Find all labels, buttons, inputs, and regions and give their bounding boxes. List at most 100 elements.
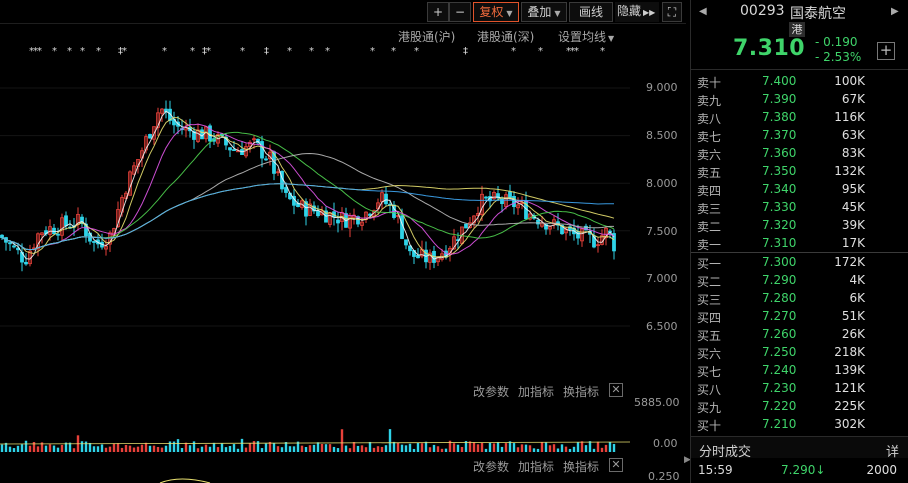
add-indicator-link[interactable]: 加指标: [518, 458, 554, 475]
event-marker[interactable]: *: [96, 46, 101, 57]
level-volume: 67K: [841, 92, 865, 106]
order-book-row[interactable]: 买一 7.300 172K: [691, 253, 908, 271]
order-book-row[interactable]: 买九 7.220 225K: [691, 397, 908, 415]
order-book-row[interactable]: 卖五 7.350 132K: [691, 162, 908, 180]
event-marker[interactable]: ‡: [264, 46, 269, 57]
event-marker[interactable]: *: [370, 46, 375, 57]
order-book-row[interactable]: 卖九 7.390 67K: [691, 90, 908, 108]
close-icon[interactable]: ✕: [609, 458, 623, 472]
swap-indicator-link[interactable]: 换指标: [563, 458, 599, 475]
order-book-row[interactable]: 卖八 7.380 116K: [691, 108, 908, 126]
event-marker[interactable]: *: [287, 46, 292, 57]
level-volume: 95K: [841, 182, 865, 196]
order-book-row[interactable]: 买五 7.260 26K: [691, 325, 908, 343]
stock-name: 国泰航空: [790, 6, 846, 22]
hide-button[interactable]: 隐藏 ▶▶: [615, 2, 659, 22]
order-book-row[interactable]: 卖十 7.400 100K: [691, 72, 908, 90]
volume-bar: [532, 448, 536, 452]
order-book-row[interactable]: 卖六 7.360 83K: [691, 144, 908, 162]
zoom-out-button[interactable]: −: [449, 2, 471, 22]
volume-bar: [320, 443, 324, 452]
event-marker[interactable]: *: [325, 46, 330, 57]
level-price: 7.360: [762, 146, 797, 160]
event-marker[interactable]: *: [240, 46, 245, 57]
volume-chart[interactable]: [0, 400, 630, 452]
volume-bar: [424, 441, 428, 452]
volume-bar: [264, 443, 268, 452]
event-marker[interactable]: *: [162, 46, 167, 57]
add-indicator-link[interactable]: 加指标: [518, 383, 554, 400]
level-volume: 302K: [834, 417, 865, 431]
volume-bar: [96, 446, 100, 452]
event-marker[interactable]: ‡: [463, 46, 468, 57]
order-book-row[interactable]: 买十 7.210 302K: [691, 415, 908, 433]
event-marker[interactable]: *: [414, 46, 419, 57]
level-label: 买九: [697, 401, 722, 415]
volume-bar: [524, 444, 528, 452]
candlestick-chart[interactable]: [0, 62, 630, 378]
order-book-row[interactable]: 卖二 7.320 39K: [691, 216, 908, 234]
event-marker[interactable]: *: [80, 46, 85, 57]
level-volume: 121K: [834, 381, 865, 395]
swap-indicator-link[interactable]: 换指标: [563, 383, 599, 400]
add-watchlist-button[interactable]: +: [877, 42, 895, 60]
volume-bar: [396, 442, 400, 452]
tick-volume: 2000: [866, 463, 897, 477]
order-book-row[interactable]: 卖三 7.330 45K: [691, 198, 908, 216]
level-price: 7.240: [762, 363, 797, 377]
order-book-row[interactable]: 卖七 7.370 63K: [691, 126, 908, 144]
level-label: 卖八: [697, 112, 722, 126]
change-params-link[interactable]: 改参数: [473, 383, 509, 400]
volume-bar: [504, 443, 508, 452]
event-marker[interactable]: *: [52, 46, 57, 57]
ma-settings-dropdown[interactable]: 设置均线 ▼: [558, 28, 614, 45]
order-book-row[interactable]: 买七 7.240 139K: [691, 361, 908, 379]
order-book-row[interactable]: 卖一 7.310 17K: [691, 234, 908, 252]
adjust-price-button[interactable]: 复权 ▼: [473, 2, 519, 22]
volume-bar: [240, 438, 244, 452]
draw-line-button[interactable]: 画线: [569, 2, 613, 22]
volume-bar: [128, 445, 132, 452]
event-marker[interactable]: *: [511, 46, 516, 57]
event-marker[interactable]: *: [538, 46, 543, 57]
volume-panel-header: 改参数 加指标 换指标 ✕: [0, 380, 630, 400]
order-book-row[interactable]: 买二 7.290 4K: [691, 271, 908, 289]
indicator-panel-header: 改参数 加指标 换指标 ✕: [0, 455, 630, 475]
volume-bar: [108, 446, 112, 452]
volume-bar: [124, 444, 128, 452]
event-marker[interactable]: *: [600, 46, 605, 57]
level-price: 7.390: [762, 92, 797, 106]
prev-stock-icon[interactable]: ◀: [699, 6, 707, 17]
next-stock-icon[interactable]: ▶: [891, 6, 899, 17]
fullscreen-icon[interactable]: ⛶: [662, 2, 682, 22]
close-icon[interactable]: ✕: [609, 383, 623, 397]
level-price: 7.380: [762, 110, 797, 124]
event-marker[interactable]: ***: [29, 46, 42, 57]
event-marker[interactable]: *: [309, 46, 314, 57]
tick-detail-button[interactable]: 详: [886, 441, 899, 460]
overlay-button[interactable]: 叠加 ▼: [521, 2, 567, 22]
event-marker[interactable]: ‡*: [202, 46, 211, 57]
volume-bar: [336, 448, 340, 452]
event-marker[interactable]: ***: [566, 46, 579, 57]
event-marker[interactable]: *: [391, 46, 396, 57]
level-volume: 51K: [841, 309, 865, 323]
level-label: 卖五: [697, 166, 722, 180]
volume-bar: [572, 446, 576, 452]
indicator-chart[interactable]: [0, 475, 630, 483]
order-book-row[interactable]: 买三 7.280 6K: [691, 289, 908, 307]
hk-connect-sh-link[interactable]: 港股通(沪): [398, 28, 455, 45]
event-marker[interactable]: *: [67, 46, 72, 57]
event-marker[interactable]: ‡*: [118, 46, 127, 57]
volume-bar: [432, 444, 436, 452]
quote-header: ◀ 00293 国泰航空 ▶ 港 7.310 - 0.190 - 2.53% +: [691, 0, 908, 70]
hk-connect-sz-link[interactable]: 港股通(深): [477, 28, 534, 45]
change-params-link[interactable]: 改参数: [473, 458, 509, 475]
order-book-row[interactable]: 买八 7.230 121K: [691, 379, 908, 397]
order-book-row[interactable]: 买四 7.270 51K: [691, 307, 908, 325]
zoom-in-button[interactable]: +: [427, 2, 449, 22]
order-book-row[interactable]: 买六 7.250 218K: [691, 343, 908, 361]
event-marker[interactable]: *: [190, 46, 195, 57]
order-book-row[interactable]: 卖四 7.340 95K: [691, 180, 908, 198]
volume-bar: [340, 429, 344, 452]
